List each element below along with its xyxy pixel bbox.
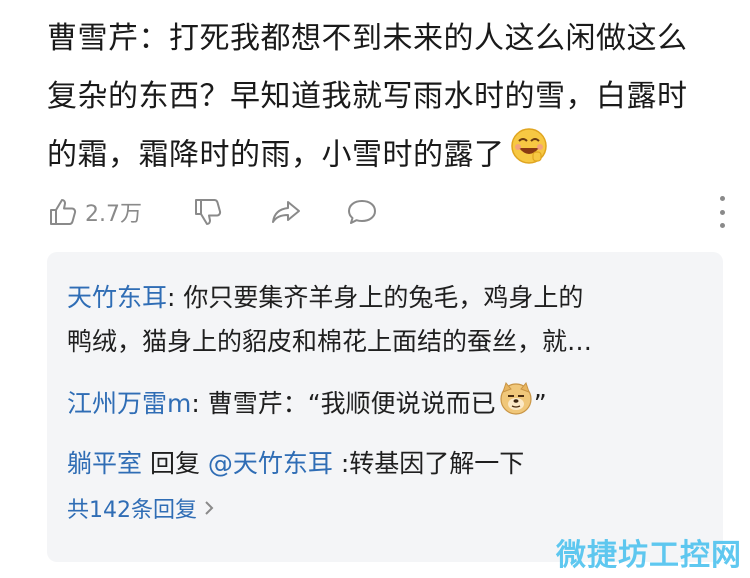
reply-word: 回复 xyxy=(142,449,208,478)
watermark: 微捷坊工控网 xyxy=(556,538,742,573)
dislike-button[interactable] xyxy=(192,190,224,234)
reply-text: : 曹雪芹：“我顺便说说而已 xyxy=(191,389,496,418)
more-replies-link[interactable]: 共142条回复 xyxy=(67,492,215,524)
laughing-emoji-icon xyxy=(509,126,549,186)
reply-mention[interactable]: @天竹东耳 xyxy=(208,449,333,478)
like-count: 2.7万 xyxy=(85,202,142,227)
reply-item[interactable]: 江州万雷m: 曹雪芹：“我顺便说说而已 ” xyxy=(67,380,707,430)
reply-text: :转基因了解一下 xyxy=(332,449,525,478)
reply-text-continued: 鸭绒，猫身上的貂皮和棉花上面结的蚕丝，就… xyxy=(67,327,593,356)
share-button[interactable] xyxy=(269,190,303,234)
post-line-3: 的霜，霜降时的雨，小雪时的露了 xyxy=(47,126,727,186)
comment-page: 曹雪芹：打死我都想不到未来的人这么闲做这么 复杂的东西？早知道我就写雨水时的雪，… xyxy=(0,0,750,578)
post-line-2: 复杂的东西？早知道我就写雨水时的雪，白露时 xyxy=(47,79,688,114)
post-line-3-text: 的霜，霜降时的雨，小雪时的露了 xyxy=(47,137,505,173)
reply-text: : 你只要集齐羊身上的兔毛，鸡身上的 xyxy=(167,283,584,312)
comment-button[interactable] xyxy=(345,190,379,234)
more-icon[interactable] xyxy=(717,196,727,228)
post-line-1: 曹雪芹：打死我都想不到未来的人这么闲做这么 xyxy=(47,21,688,56)
dislike-icon xyxy=(192,196,224,228)
more-replies-label: 共142条回复 xyxy=(67,498,197,523)
reply-text-tail: ” xyxy=(533,389,547,418)
share-icon xyxy=(269,196,303,228)
comment-icon xyxy=(345,196,379,228)
replies-box: 天竹东耳: 你只要集齐羊身上的兔毛，鸡身上的 鸭绒，猫身上的貂皮和棉花上面结的蚕… xyxy=(47,252,723,562)
reply-author[interactable]: 江州万雷m xyxy=(67,389,191,418)
reply-item[interactable]: 躺平室 回复 @天竹东耳 :转基因了解一下 xyxy=(67,442,707,486)
doge-emoji-icon xyxy=(498,380,534,430)
post-text: 曹雪芹：打死我都想不到未来的人这么闲做这么 复杂的东西？早知道我就写雨水时的雪，… xyxy=(47,10,727,186)
like-button[interactable]: 2.7万 xyxy=(47,190,142,234)
like-icon xyxy=(47,196,79,228)
reply-line: 天竹东耳: 你只要集齐羊身上的兔毛，鸡身上的 xyxy=(67,276,707,320)
reply-author[interactable]: 天竹东耳 xyxy=(67,283,167,312)
action-bar: 2.7万 xyxy=(47,190,727,234)
reply-item[interactable]: 天竹东耳: 你只要集齐羊身上的兔毛，鸡身上的 鸭绒，猫身上的貂皮和棉花上面结的蚕… xyxy=(67,276,707,364)
reply-author[interactable]: 躺平室 xyxy=(67,449,142,478)
chevron-right-icon xyxy=(203,499,215,517)
